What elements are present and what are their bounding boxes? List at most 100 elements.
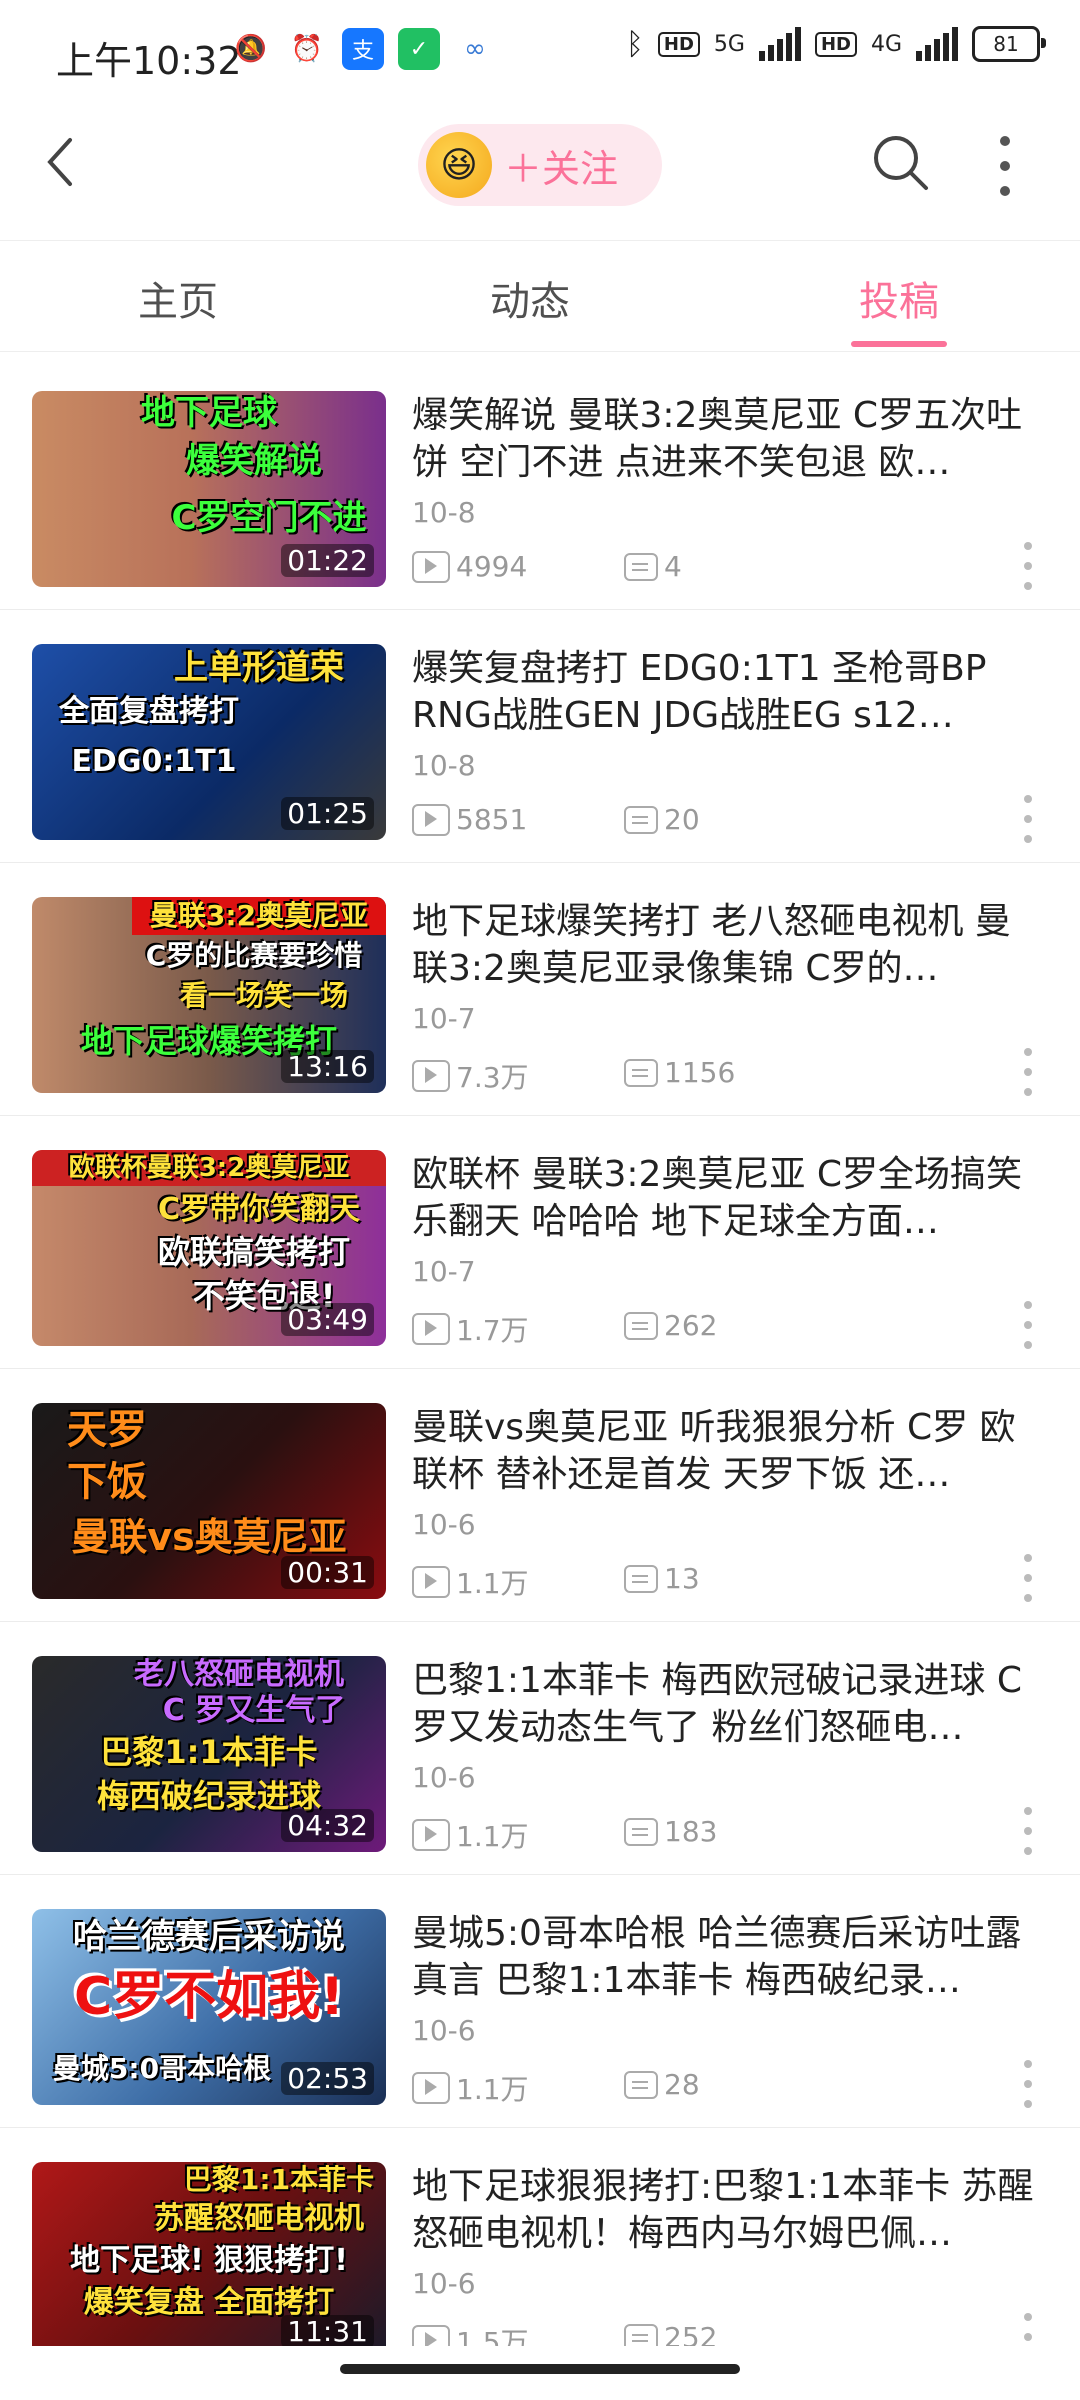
video-title[interactable]: 爆笑解说 曼联3:2奥莫尼亚 C罗五次吐饼 空门不进 点进来不笑包退 欧… xyxy=(412,392,1042,486)
danmaku-count: 183 xyxy=(664,1815,718,1848)
video-date: 10-6 xyxy=(412,1761,476,1794)
video-title[interactable]: 地下足球爆笑拷打 老八怒砸电视机 曼联3:2奥莫尼亚录像集锦 C罗的… xyxy=(412,898,1042,992)
video-list: 地下足球 爆笑解说 C罗空门不进 01:22 爆笑解说 曼联3:2奥莫尼亚 C罗… xyxy=(0,356,1080,2346)
avatar: 😆 xyxy=(426,132,492,198)
video-title[interactable]: 曼联vs奥莫尼亚 听我狠狠分析 C罗 欧联杯 替补还是首发 天罗下饭 还… xyxy=(412,1404,1042,1498)
video-stats: 1.1万 13 xyxy=(412,1562,700,1602)
danmaku-icon xyxy=(624,552,658,581)
search-icon[interactable] xyxy=(868,128,932,198)
video-item[interactable]: 地下足球 爆笑解说 C罗空门不进 01:22 爆笑解说 曼联3:2奥莫尼亚 C罗… xyxy=(0,356,1080,610)
danmaku-count: 13 xyxy=(664,1562,700,1595)
home-gesture-bar[interactable] xyxy=(340,2364,740,2374)
thumbnail-caption: 看一场笑一场 xyxy=(179,979,348,1012)
video-thumbnail[interactable]: 老八怒砸电视机 C 罗又生气了 巴黎1:1本菲卡 梅西破纪录进球 04:32 xyxy=(32,1656,386,1852)
video-duration: 13:16 xyxy=(281,1050,374,1083)
thumbnail-caption: 欧联杯曼联3:2奥莫尼亚 xyxy=(32,1150,386,1186)
video-stats: 7.3万 1156 xyxy=(412,1056,735,1096)
danmaku-icon xyxy=(624,1564,658,1593)
thumbnail-caption: 曼城5:0哥本哈根 xyxy=(52,2052,272,2085)
thumbnail-caption: 天罗 xyxy=(67,1407,147,1453)
status-time: 上午10:32 xyxy=(56,39,242,83)
view-count: 1.7万 xyxy=(456,1314,529,1347)
video-stats: 5851 20 xyxy=(412,803,700,836)
view-count: 1.1万 xyxy=(456,1820,529,1853)
video-thumbnail[interactable]: 天罗 下饭 曼联vs奥莫尼亚 00:31 xyxy=(32,1403,386,1599)
view-count: 1.1万 xyxy=(456,2073,529,2106)
bluetooth-icon: ᛒ xyxy=(625,26,644,62)
video-item[interactable]: 曼联3:2奥莫尼亚 C罗的比赛要珍惜 看一场笑一场 地下足球爆笑拷打 13:16… xyxy=(0,862,1080,1116)
video-item[interactable]: 巴黎1:1本菲卡 苏醒怒砸电视机 地下足球! 狠狠拷打! 爆笑复盘 全面拷打 1… xyxy=(0,2127,1080,2346)
video-thumbnail[interactable]: 欧联杯曼联3:2奥莫尼亚 C罗带你笑翻天 欧联搞笑拷打 不笑包退! 03:49 xyxy=(32,1150,386,1346)
video-title[interactable]: 曼城5:0哥本哈根 哈兰德赛后采访吐露真言 巴黎1:1本菲卡 梅西破纪录… xyxy=(412,1910,1042,2004)
video-thumbnail[interactable]: 上单形道荣 全面复盘拷打 EDG0:1T1 01:25 xyxy=(32,644,386,840)
tab-submissions[interactable]: 投稿 xyxy=(799,269,999,327)
item-more-icon[interactable] xyxy=(1024,2313,1034,2346)
video-duration: 11:31 xyxy=(281,2315,374,2346)
video-thumbnail[interactable]: 巴黎1:1本菲卡 苏醒怒砸电视机 地下足球! 狠狠拷打! 爆笑复盘 全面拷打 1… xyxy=(32,2162,386,2346)
view-count: 1.5万 xyxy=(456,2326,529,2346)
shield-app-icon: ✓ xyxy=(398,28,440,70)
video-thumbnail[interactable]: 哈兰德赛后采访说 C罗不如我! 曼城5:0哥本哈根 02:53 xyxy=(32,1909,386,2105)
video-stats: 1.5万 252 xyxy=(412,2321,717,2346)
tab-home[interactable]: 主页 xyxy=(78,269,278,327)
more-options-icon[interactable] xyxy=(995,136,1015,196)
video-title[interactable]: 爆笑复盘拷打 EDG0:1T1 圣枪哥BP RNG战胜GEN JDG战胜EG s… xyxy=(412,645,1042,739)
video-item[interactable]: 天罗 下饭 曼联vs奥莫尼亚 00:31 曼联vs奥莫尼亚 听我狠狠分析 C罗 … xyxy=(0,1368,1080,1622)
back-arrow-icon[interactable] xyxy=(40,132,100,202)
battery-level: 81 xyxy=(993,32,1019,56)
thumbnail-caption: C 罗又生气了 xyxy=(162,1693,346,1728)
item-more-icon[interactable] xyxy=(1024,2060,1034,2108)
status-system-icons: ᛒ HD 5G HD 4G 81 xyxy=(625,26,1046,62)
item-more-icon[interactable] xyxy=(1024,1048,1034,1096)
signal-5g-icon xyxy=(758,27,801,61)
view-count: 5851 xyxy=(456,803,528,836)
item-more-icon[interactable] xyxy=(1024,1554,1034,1602)
video-title[interactable]: 欧联杯 曼联3:2奥莫尼亚 C罗全场搞笑乐翻天 哈哈哈 地下足球全方面… xyxy=(412,1151,1042,1245)
video-item[interactable]: 老八怒砸电视机 C 罗又生气了 巴黎1:1本菲卡 梅西破纪录进球 04:32 巴… xyxy=(0,1621,1080,1875)
thumbnail-caption: 下饭 xyxy=(67,1459,147,1505)
danmaku-icon xyxy=(624,1311,658,1340)
video-duration: 01:22 xyxy=(281,544,374,577)
video-title[interactable]: 地下足球狠狠拷打:巴黎1:1本菲卡 苏醒怒砸电视机！梅西内马尔姆巴佩… xyxy=(412,2163,1042,2257)
play-count-icon xyxy=(412,1060,450,1092)
video-date: 10-7 xyxy=(412,1255,476,1288)
thumbnail-caption: 全面复盘拷打 xyxy=(59,694,239,729)
video-item[interactable]: 上单形道荣 全面复盘拷打 EDG0:1T1 01:25 爆笑复盘拷打 EDG0:… xyxy=(0,609,1080,863)
video-title[interactable]: 巴黎1:1本菲卡 梅西欧冠破记录进球 C罗又发动态生气了 粉丝们怒砸电… xyxy=(412,1657,1042,1751)
video-stats: 4994 4 xyxy=(412,550,682,583)
tab-dynamics[interactable]: 动态 xyxy=(430,269,630,327)
network-4g-label: 4G xyxy=(870,31,902,57)
video-date: 10-8 xyxy=(412,749,476,782)
thumbnail-caption: 哈兰德赛后采访说 xyxy=(73,1917,345,1957)
item-more-icon[interactable] xyxy=(1024,1807,1034,1855)
danmaku-icon xyxy=(624,2070,658,2099)
thumbnail-caption: 地下足球 xyxy=(141,393,277,433)
thumbnail-caption: 曼联vs奥莫尼亚 xyxy=(71,1515,347,1559)
item-more-icon[interactable] xyxy=(1024,542,1034,590)
profile-tabs: 主页 动态 投稿 xyxy=(0,240,1080,352)
status-bar: 上午10:32 🔕 ⏰ 支 ✓ ∞ ᛒ HD 5G HD 4G 81 xyxy=(0,0,1080,100)
network-5g-label: 5G xyxy=(713,31,745,57)
battery-icon: 81 xyxy=(972,26,1046,62)
alipay-icon: 支 xyxy=(342,28,384,70)
play-count-icon xyxy=(412,1819,450,1851)
thumbnail-caption: 欧联搞笑拷打 xyxy=(157,1233,350,1271)
item-more-icon[interactable] xyxy=(1024,1301,1034,1349)
video-thumbnail[interactable]: 曼联3:2奥莫尼亚 C罗的比赛要珍惜 看一场笑一场 地下足球爆笑拷打 13:16 xyxy=(32,897,386,1093)
danmaku-icon xyxy=(624,805,658,834)
video-thumbnail[interactable]: 地下足球 爆笑解说 C罗空门不进 01:22 xyxy=(32,391,386,587)
danmaku-icon xyxy=(624,1058,658,1087)
video-item[interactable]: 欧联杯曼联3:2奥莫尼亚 C罗带你笑翻天 欧联搞笑拷打 不笑包退! 03:49 … xyxy=(0,1115,1080,1369)
follow-button[interactable]: 😆 ＋关注 xyxy=(418,124,662,206)
video-date: 10-6 xyxy=(412,1508,476,1541)
video-duration: 04:32 xyxy=(281,1809,374,1842)
item-more-icon[interactable] xyxy=(1024,795,1034,843)
play-count-icon xyxy=(412,803,450,836)
thumbnail-caption: 上单形道荣 xyxy=(174,648,344,688)
video-duration: 00:31 xyxy=(281,1556,374,1589)
mute-icon: 🔕 xyxy=(234,34,268,64)
thumbnail-caption: C罗不如我! xyxy=(74,1967,344,2027)
video-date: 10-6 xyxy=(412,2014,476,2047)
video-item[interactable]: 哈兰德赛后采访说 C罗不如我! 曼城5:0哥本哈根 02:53 曼城5:0哥本哈… xyxy=(0,1874,1080,2128)
hd-badge: HD xyxy=(657,31,700,57)
